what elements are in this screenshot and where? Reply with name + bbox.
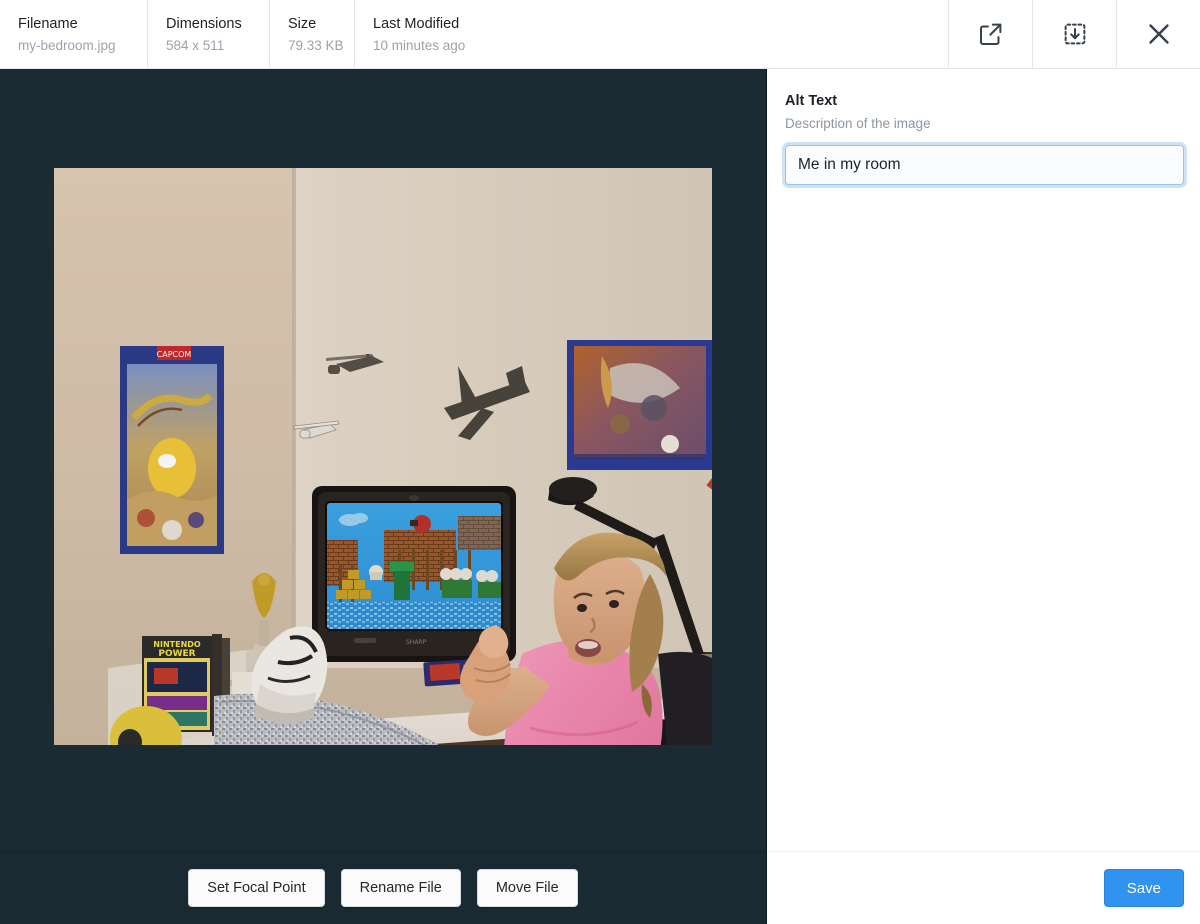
- preview-actions: Set Focal Point Rename File Move File: [0, 851, 766, 924]
- image-detail-modal: Filename my-bedroom.jpg Dimensions 584 x…: [0, 0, 1200, 924]
- alt-text-label: Alt Text: [785, 91, 1184, 111]
- meta-last-modified-value: 10 minutes ago: [373, 36, 497, 55]
- preview-image[interactable]: CAPCOM: [54, 168, 712, 745]
- open-in-new-tab-button[interactable]: [948, 0, 1032, 68]
- modal-header: Filename my-bedroom.jpg Dimensions 584 x…: [0, 0, 1200, 69]
- save-button[interactable]: Save: [1104, 869, 1184, 907]
- move-file-button[interactable]: Move File: [477, 869, 578, 907]
- details-panel-footer: Save: [767, 851, 1200, 924]
- image-preview-stage: CAPCOM: [0, 69, 766, 851]
- meta-filename-label: Filename: [18, 14, 127, 34]
- meta-filename: Filename my-bedroom.jpg: [0, 0, 148, 68]
- header-spacer: [517, 0, 948, 68]
- download-icon: [1060, 19, 1090, 49]
- details-panel: Alt Text Description of the image Save: [767, 69, 1200, 924]
- close-icon: [1142, 17, 1176, 51]
- rename-file-button[interactable]: Rename File: [341, 869, 461, 907]
- set-focal-point-button[interactable]: Set Focal Point: [188, 869, 324, 907]
- meta-last-modified-label: Last Modified: [373, 14, 497, 34]
- modal-body: CAPCOM: [0, 69, 1200, 924]
- meta-dimensions: Dimensions 584 x 511: [148, 0, 270, 68]
- meta-dimensions-label: Dimensions: [166, 14, 249, 34]
- download-button[interactable]: [1032, 0, 1116, 68]
- header-actions: [948, 0, 1200, 68]
- meta-size: Size 79.33 KB: [270, 0, 355, 68]
- external-link-icon: [976, 19, 1006, 49]
- meta-last-modified: Last Modified 10 minutes ago: [355, 0, 517, 68]
- alt-text-input[interactable]: [785, 145, 1184, 185]
- meta-filename-value: my-bedroom.jpg: [18, 36, 127, 55]
- close-button[interactable]: [1116, 0, 1200, 68]
- image-preview-panel: CAPCOM: [0, 69, 767, 924]
- alt-text-help: Description of the image: [785, 114, 1184, 133]
- alt-text-field-group: Alt Text Description of the image: [767, 69, 1200, 851]
- photo-scene: CAPCOM: [54, 168, 712, 745]
- meta-dimensions-value: 584 x 511: [166, 36, 249, 55]
- meta-size-value: 79.33 KB: [288, 36, 334, 55]
- file-metadata: Filename my-bedroom.jpg Dimensions 584 x…: [0, 0, 517, 68]
- meta-size-label: Size: [288, 14, 334, 34]
